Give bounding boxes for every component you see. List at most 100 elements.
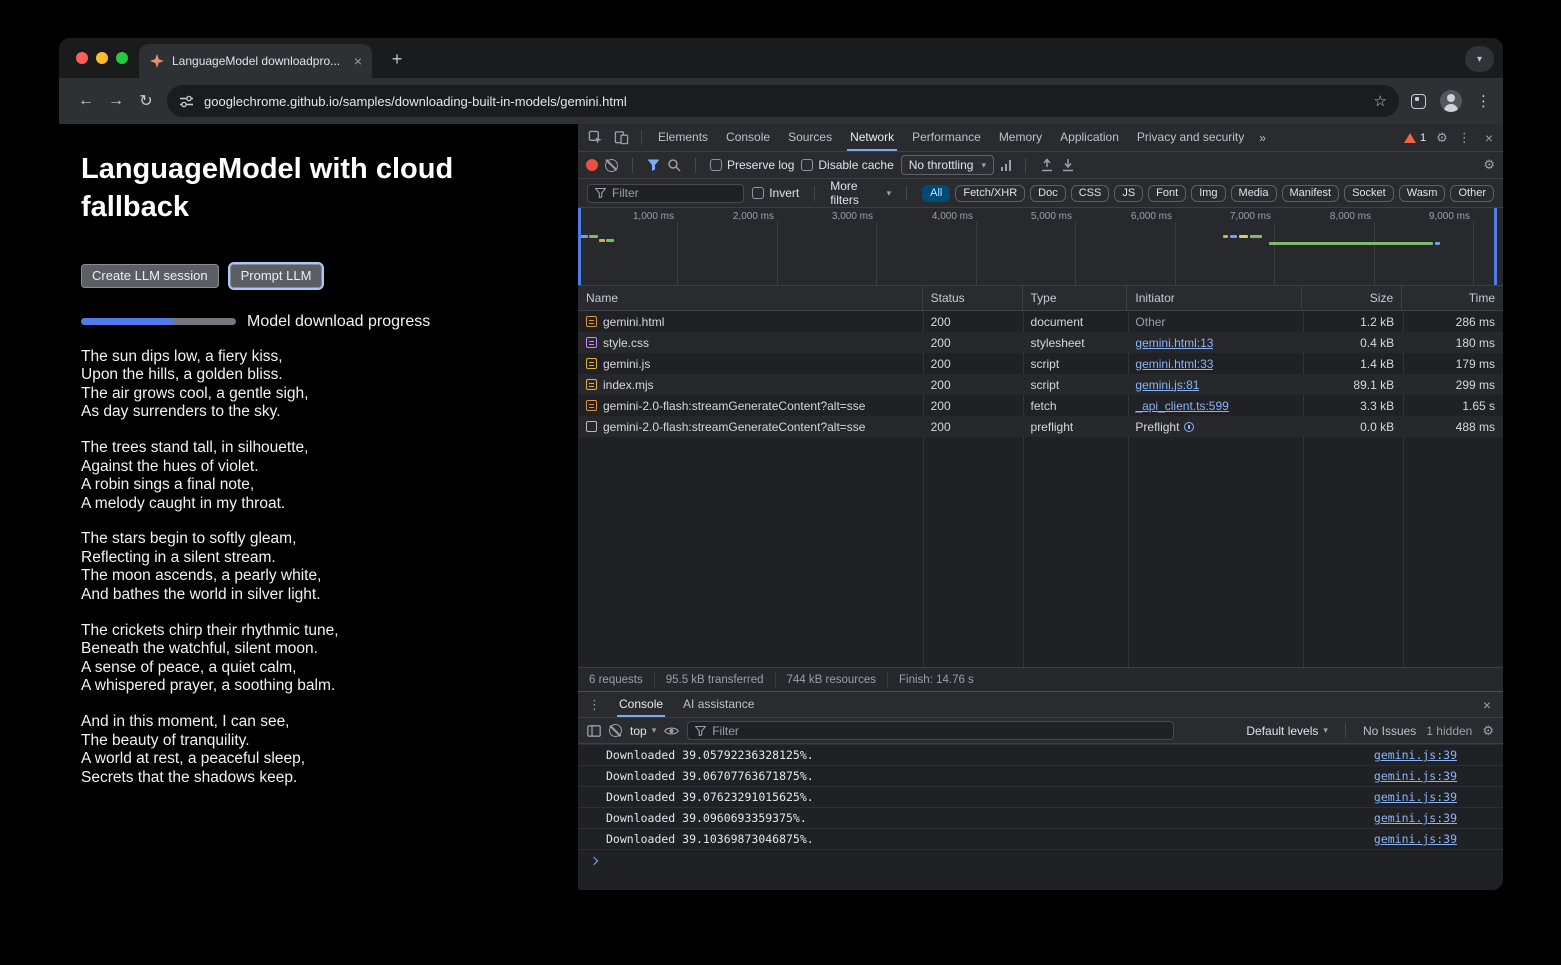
filter-chip-font[interactable]: Font [1148, 185, 1186, 202]
filter-chip-other[interactable]: Other [1450, 185, 1494, 202]
devtools-tab-performance[interactable]: Performance [903, 124, 990, 151]
devtools-close-icon[interactable]: × [1481, 130, 1497, 146]
preserve-log-checkbox[interactable]: Preserve log [710, 158, 794, 172]
devtools-tab-memory[interactable]: Memory [990, 124, 1051, 151]
address-bar[interactable]: googlechrome.github.io/samples/downloadi… [167, 85, 1399, 117]
column-header-name[interactable]: Name [578, 286, 923, 310]
browser-menu-icon[interactable]: ⋮ [1476, 94, 1491, 109]
console-context-select[interactable]: top ▾ [630, 724, 656, 738]
devtools-tab-console[interactable]: Console [717, 124, 779, 151]
filter-chip-js[interactable]: JS [1114, 185, 1143, 202]
console-settings-icon[interactable]: ⚙ [1482, 723, 1494, 739]
clear-network-log-icon[interactable] [605, 159, 618, 172]
console-message[interactable]: Downloaded 39.06707763671875%. gemini.js… [578, 766, 1503, 787]
filter-chip-css[interactable]: CSS [1071, 185, 1110, 202]
clear-console-icon[interactable] [609, 724, 622, 737]
extensions-icon[interactable] [1411, 94, 1426, 109]
message-source-link[interactable]: gemini.js:39 [1374, 811, 1457, 825]
initiator-link[interactable]: gemini.js:81 [1135, 378, 1199, 392]
network-filter-input[interactable]: Filter [587, 184, 744, 203]
more-filters-dropdown[interactable]: More filters ▾ [830, 179, 891, 207]
devtools-tab-application[interactable]: Application [1051, 124, 1128, 151]
disable-cache-checkbox[interactable]: Disable cache [801, 158, 893, 172]
inspect-element-icon[interactable] [582, 125, 608, 151]
message-source-link[interactable]: gemini.js:39 [1374, 769, 1457, 783]
devtools-settings-icon[interactable]: ⚙ [1436, 130, 1448, 146]
column-header-type[interactable]: Type [1023, 286, 1128, 310]
new-tab-button[interactable]: + [385, 50, 409, 68]
filter-chip-manifest[interactable]: Manifest [1282, 185, 1340, 202]
message-source-link[interactable]: gemini.js:39 [1374, 748, 1457, 762]
drawer-close-icon[interactable]: × [1479, 697, 1495, 713]
issues-warning-badge[interactable]: 1 [1404, 132, 1426, 144]
table-row[interactable]: gemini-2.0-flash:streamGenerateContent?a… [578, 395, 1503, 416]
table-row[interactable]: index.mjs 200 script gemini.js:81 89.1 k… [578, 374, 1503, 395]
column-header-initiator[interactable]: Initiator [1127, 286, 1302, 310]
browser-tab[interactable]: LanguageModel downloadpro... × [139, 44, 372, 78]
table-row[interactable]: style.css 200 stylesheet gemini.html:13 … [578, 332, 1503, 353]
network-settings-icon[interactable]: ⚙ [1483, 157, 1495, 173]
more-tabs-icon[interactable]: » [1253, 131, 1272, 145]
column-header-status[interactable]: Status [923, 286, 1023, 310]
table-row[interactable]: gemini-2.0-flash:streamGenerateContent?a… [578, 416, 1503, 437]
initiator-link[interactable]: gemini.html:33 [1135, 357, 1213, 371]
create-llm-session-button[interactable]: Create LLM session [81, 264, 219, 288]
console-message[interactable]: Downloaded 39.10369873046875%. gemini.js… [578, 829, 1503, 850]
preflight-info-icon[interactable] [1184, 422, 1194, 432]
url-text[interactable]: googlechrome.github.io/samples/downloadi… [204, 94, 1364, 109]
filter-chip-all[interactable]: All [922, 185, 950, 202]
devtools-menu-icon[interactable]: ⋮ [1458, 130, 1471, 146]
reload-icon[interactable]: ↻ [131, 86, 161, 116]
back-icon[interactable]: ← [71, 86, 101, 116]
column-header-time[interactable]: Time [1402, 286, 1503, 310]
tab-search-button[interactable]: ▾ [1465, 46, 1494, 72]
invert-checkbox[interactable]: Invert [752, 186, 799, 200]
console-message[interactable]: Downloaded 39.0960693359375%. gemini.js:… [578, 808, 1503, 829]
filter-chip-wasm[interactable]: Wasm [1399, 185, 1446, 202]
device-toolbar-icon[interactable] [608, 125, 634, 151]
devtools-tab-network[interactable]: Network [841, 124, 903, 151]
site-settings-icon[interactable] [179, 95, 194, 108]
console-prompt[interactable] [578, 850, 1503, 871]
console-sidebar-icon[interactable] [587, 725, 601, 737]
initiator-link[interactable]: _api_client.ts:599 [1135, 399, 1228, 413]
close-window-button[interactable] [76, 52, 88, 64]
forward-icon[interactable]: → [101, 86, 131, 116]
filter-chip-media[interactable]: Media [1231, 185, 1277, 202]
filter-chip-socket[interactable]: Socket [1344, 185, 1394, 202]
network-overview-timeline[interactable]: 1,000 ms 2,000 ms 3,000 ms 4,000 ms 5,00… [578, 208, 1503, 286]
import-har-icon[interactable] [1040, 158, 1054, 172]
filter-chip-doc[interactable]: Doc [1030, 185, 1066, 202]
message-source-link[interactable]: gemini.js:39 [1374, 832, 1457, 846]
network-conditions-icon[interactable] [1001, 159, 1012, 171]
table-row[interactable]: gemini.html 200 document Other 1.2 kB 28… [578, 311, 1503, 332]
default-levels-dropdown[interactable]: Default levels ▾ [1246, 724, 1328, 738]
profile-avatar[interactable] [1440, 90, 1462, 112]
hidden-messages-count[interactable]: 1 hidden [1426, 724, 1472, 738]
issues-status[interactable]: No Issues [1363, 724, 1416, 738]
throttling-select[interactable]: No throttling ▾ [901, 155, 994, 175]
search-icon[interactable] [667, 158, 681, 172]
filter-icon[interactable] [647, 159, 660, 171]
filter-chip-fetch-xhr[interactable]: Fetch/XHR [955, 185, 1025, 202]
overview-handle-left[interactable] [578, 208, 581, 285]
bookmark-star-icon[interactable]: ☆ [1374, 92, 1387, 110]
request-initiator[interactable]: Preflight [1135, 420, 1179, 434]
eye-icon[interactable] [664, 726, 679, 736]
overview-handle-right[interactable] [1494, 208, 1497, 285]
devtools-tab-privacy[interactable]: Privacy and security [1128, 124, 1253, 151]
console-message[interactable]: Downloaded 39.07623291015625%. gemini.js… [578, 787, 1503, 808]
column-header-size[interactable]: Size [1302, 286, 1402, 310]
filter-chip-img[interactable]: Img [1191, 185, 1225, 202]
initiator-link[interactable]: gemini.html:13 [1135, 336, 1213, 350]
devtools-tab-sources[interactable]: Sources [779, 124, 841, 151]
record-network-log-icon[interactable] [586, 159, 598, 171]
console-message[interactable]: Downloaded 39.05792236328125%. gemini.js… [578, 745, 1503, 766]
devtools-tab-elements[interactable]: Elements [649, 124, 717, 151]
drawer-tab-console[interactable]: Console [609, 692, 673, 717]
drawer-tab-ai-assistance[interactable]: AI assistance [673, 692, 764, 717]
zoom-window-button[interactable] [116, 52, 128, 64]
tab-close-icon[interactable]: × [352, 54, 364, 68]
drawer-menu-icon[interactable]: ⋮ [586, 697, 609, 713]
minimize-window-button[interactable] [96, 52, 108, 64]
